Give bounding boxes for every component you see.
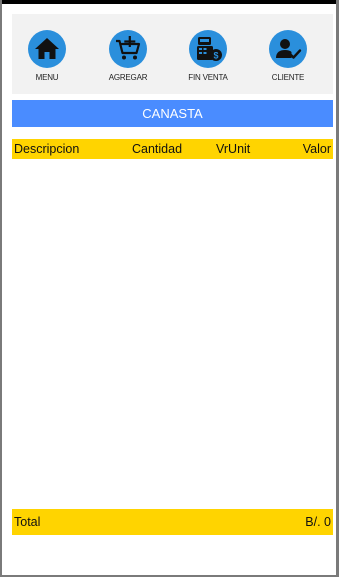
left-bezel bbox=[0, 0, 2, 577]
column-header-cantidad: Cantidad bbox=[132, 142, 183, 156]
svg-text:$: $ bbox=[213, 51, 218, 61]
top-bezel bbox=[0, 0, 339, 4]
menu-button[interactable]: MENU bbox=[12, 30, 82, 92]
agregar-label: AGREGAR bbox=[108, 73, 148, 82]
fin-venta-label: FIN VENTA bbox=[188, 73, 228, 82]
menu-label: MENU bbox=[35, 73, 59, 82]
total-value: B/. 0 bbox=[305, 515, 331, 529]
total-bar: Total B/. 0 bbox=[12, 509, 333, 535]
column-header-valor: Valor bbox=[302, 142, 331, 156]
cliente-button[interactable]: CLIENTE bbox=[253, 30, 323, 92]
cliente-label: CLIENTE bbox=[271, 73, 305, 82]
cart-add-icon bbox=[109, 30, 147, 68]
canasta-header: CANASTA bbox=[12, 100, 333, 127]
table-header: Descripcion Cantidad VrUnit Valor bbox=[12, 139, 333, 159]
basket-item-list[interactable] bbox=[12, 159, 333, 509]
user-check-icon bbox=[269, 30, 307, 68]
agregar-button[interactable]: AGREGAR bbox=[93, 30, 163, 92]
action-toolbar: MENU AGREGAR $ FIN VENTA CLIENTE bbox=[12, 14, 333, 94]
column-header-descripcion: Descripcion bbox=[14, 142, 80, 156]
total-label: Total bbox=[14, 515, 41, 529]
fin-venta-button[interactable]: $ FIN VENTA bbox=[173, 30, 243, 92]
home-icon bbox=[28, 30, 66, 68]
column-header-vrunit: VrUnit bbox=[216, 142, 251, 156]
register-payment-icon: $ bbox=[189, 30, 227, 68]
